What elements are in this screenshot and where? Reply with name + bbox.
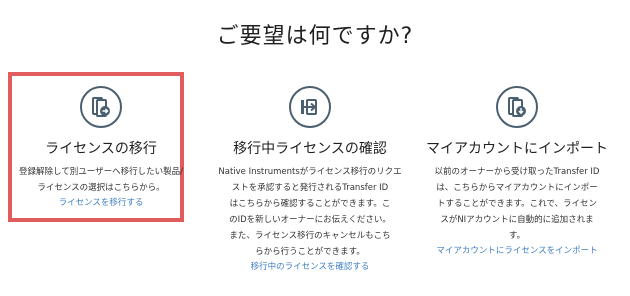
description-line: のIDを新しいオーナーにお伝えください。 bbox=[229, 215, 391, 225]
option-title: 移行中ライセンスの確認 bbox=[233, 141, 387, 157]
option-title: マイアカウントにインポート bbox=[426, 141, 608, 157]
description-line: また、ライセンス移行のキャンセルもこち bbox=[229, 231, 391, 241]
option-description: 以前のオーナーから受け取ったTransfer ID は、こちらからマイアカウント… bbox=[422, 164, 612, 244]
view-pending-transfer-link[interactable]: 移行中のライセンスを確認する bbox=[210, 260, 410, 274]
description-line: 以前のオーナーから受け取ったTransfer ID bbox=[434, 167, 600, 177]
page: ご要望は何ですか? ライセンスの移行 登録解除して別ユーザーへ移行したい製品/ … bbox=[0, 0, 630, 296]
account-import-icon bbox=[496, 86, 538, 128]
option-license-transfer[interactable]: ライセンスの移行 登録解除して別ユーザーへ移行したい製品/ ライセンスの選択はこ… bbox=[14, 86, 188, 210]
description-line: はこちらから確認することができます。こ bbox=[229, 199, 391, 209]
import-license-link[interactable]: マイアカウントにライセンスをインポート bbox=[422, 244, 612, 258]
transfer-license-link[interactable]: ライセンスを移行する bbox=[14, 196, 188, 210]
option-import-account[interactable]: マイアカウントにインポート 以前のオーナーから受け取ったTransfer ID … bbox=[422, 86, 612, 258]
option-pending-transfer[interactable]: 移行中ライセンスの確認 Native Instrumentsがライセンス移行のリ… bbox=[210, 86, 410, 274]
transfer-in-progress-icon bbox=[289, 86, 331, 128]
description-line: スがNIアカウントに自動的に追加されま bbox=[440, 215, 594, 225]
description-line: らから行うことができます。 bbox=[255, 247, 365, 257]
description-line: ライセンスの選択はこちらから。 bbox=[37, 183, 165, 193]
description-line: ストを承認すると発行されるTransfer ID bbox=[231, 183, 389, 193]
option-description: 登録解除して別ユーザーへ移行したい製品/ ライセンスの選択はこちらから。 bbox=[14, 164, 188, 196]
option-title: ライセンスの移行 bbox=[45, 141, 157, 157]
description-line: Native Instrumentsがライセンス移行のリクエ bbox=[218, 167, 402, 177]
description-line: す。 bbox=[508, 231, 526, 241]
description-line: は、こちらからマイアカウントにインポー bbox=[436, 183, 598, 193]
option-description: Native Instrumentsがライセンス移行のリクエ ストを承認すると発… bbox=[210, 164, 410, 260]
description-line: 登録解除して別ユーザーへ移行したい製品/ bbox=[19, 167, 183, 177]
description-line: トすることができます。これで、ライセン bbox=[436, 199, 598, 209]
license-transfer-icon bbox=[80, 86, 122, 128]
page-title: ご要望は何ですか? bbox=[216, 24, 414, 49]
